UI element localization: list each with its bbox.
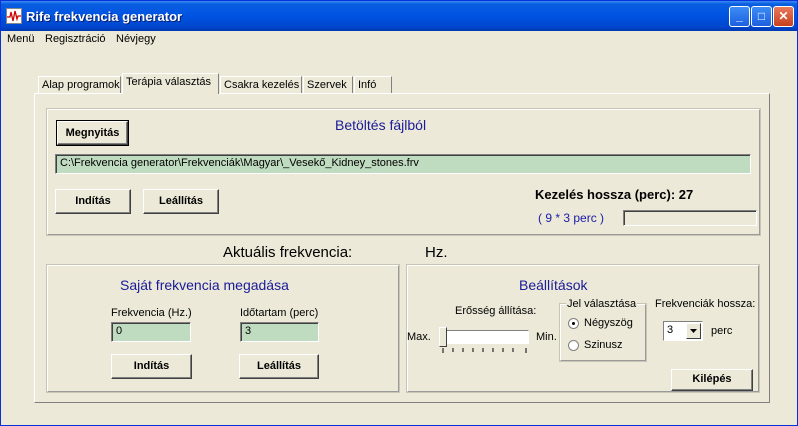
- menu-bar: Menü Regisztráció Névjegy: [1, 31, 797, 49]
- menu-item-menu[interactable]: Menü: [7, 33, 35, 45]
- length-select-value: 3: [667, 324, 674, 336]
- own-frequency-title: Saját frekvencia megadása: [120, 277, 289, 293]
- radio-label: Szinusz: [584, 339, 623, 351]
- tab-csakra-kezeles[interactable]: Csakra kezelés: [220, 76, 302, 94]
- frequency-field-label: Frekvencia (Hz.): [111, 307, 192, 319]
- menu-item-registration[interactable]: Regisztráció: [45, 33, 106, 45]
- main-window: Rife frekvencia generator _ □ ✕ Menü Reg…: [0, 0, 798, 426]
- strength-max-label: Max.: [407, 331, 431, 343]
- menu-item-about[interactable]: Névjegy: [116, 33, 156, 45]
- current-frequency-unit: Hz.: [425, 244, 448, 261]
- treatment-duration-label: Kezelés hossza (perc): 27: [535, 187, 694, 202]
- slider-ticks: [442, 348, 527, 353]
- treatment-duration-detail: ( 9 * 3 perc ): [538, 211, 605, 225]
- length-unit: perc: [711, 325, 733, 337]
- own-stop-button[interactable]: Leállítás: [239, 354, 319, 379]
- strength-label: Erősség állítása:: [455, 305, 537, 317]
- length-label: Frekvenciák hossza:: [655, 298, 756, 310]
- file-section-title: Betöltés fájlból: [335, 117, 427, 133]
- file-path-field[interactable]: C:\Frekvencia generator\Frekvenciák\Magy…: [55, 154, 751, 174]
- radio-szinusz[interactable]: Szinusz: [568, 339, 642, 353]
- tab-alap-programok[interactable]: Alap programok: [38, 76, 121, 94]
- length-select[interactable]: 3: [663, 321, 703, 341]
- slider-thumb[interactable]: [439, 327, 447, 347]
- treatment-progress-bar: [623, 210, 757, 226]
- radio-checked-icon: [568, 318, 579, 329]
- current-frequency-label: Aktuális frekvencia:: [223, 244, 353, 261]
- exit-button[interactable]: Kilépés: [671, 369, 753, 391]
- title-bar[interactable]: Rife frekvencia generator _ □ ✕: [1, 1, 797, 31]
- radio-negyszog[interactable]: Négyszög: [568, 317, 642, 331]
- duration-field-label: Időtartam (perc): [240, 307, 319, 319]
- file-stop-button[interactable]: Leállítás: [143, 189, 219, 214]
- tab-terapia-valasztas[interactable]: Terápia választás: [122, 73, 219, 94]
- close-button[interactable]: ✕: [773, 6, 794, 27]
- open-file-button[interactable]: Megnyitás: [56, 120, 129, 146]
- window-title: Rife frekvencia generator: [26, 9, 183, 24]
- duration-input[interactable]: 3: [240, 322, 319, 342]
- settings-title: Beállítások: [519, 277, 588, 293]
- radio-unchecked-icon: [568, 340, 579, 351]
- chevron-down-icon[interactable]: [686, 323, 701, 339]
- tab-info[interactable]: Infó: [354, 76, 392, 94]
- minimize-button[interactable]: _: [729, 6, 750, 27]
- signal-group-label: Jel választása: [566, 298, 638, 310]
- radio-label: Négyszög: [584, 317, 633, 329]
- tab-szervek[interactable]: Szervek: [303, 76, 353, 94]
- strength-min-label: Min.: [536, 331, 557, 343]
- frequency-input[interactable]: 0: [111, 322, 191, 342]
- strength-slider[interactable]: [439, 327, 531, 355]
- file-start-button[interactable]: Indítás: [55, 189, 131, 214]
- own-start-button[interactable]: Indítás: [111, 354, 192, 379]
- app-icon: [6, 8, 22, 24]
- maximize-button[interactable]: □: [751, 6, 772, 27]
